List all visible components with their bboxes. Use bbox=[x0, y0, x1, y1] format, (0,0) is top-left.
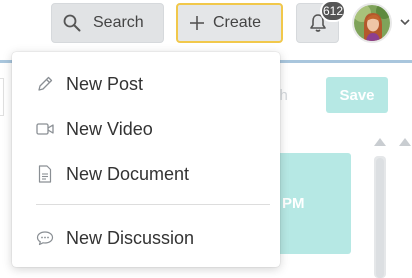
plus-icon bbox=[190, 16, 204, 30]
menu-item-new-video[interactable]: New Video bbox=[12, 109, 280, 149]
avatar-image bbox=[354, 5, 390, 41]
menu-item-label: New Video bbox=[66, 118, 153, 139]
save-button[interactable]: Save bbox=[326, 77, 388, 113]
menu-item-label: New Discussion bbox=[66, 227, 195, 248]
video-camera-icon bbox=[36, 120, 54, 138]
create-menu: New Post New Video New Document New Disc… bbox=[12, 52, 280, 267]
toolbar-edge bbox=[0, 78, 4, 116]
scroll-up-arrow-icon[interactable] bbox=[373, 137, 387, 147]
create-button-label: Create bbox=[213, 14, 262, 31]
create-button[interactable]: Create bbox=[176, 3, 283, 43]
menu-item-new-discussion[interactable]: New Discussion bbox=[12, 218, 280, 258]
speech-bubble-icon bbox=[36, 229, 54, 247]
menu-item-label: New Document bbox=[66, 163, 190, 184]
user-avatar[interactable] bbox=[352, 3, 392, 43]
event-card-time: PM bbox=[282, 195, 305, 212]
search-button[interactable]: Search bbox=[51, 3, 164, 43]
menu-item-new-post[interactable]: New Post bbox=[12, 64, 280, 104]
menu-item-new-document[interactable]: New Document bbox=[12, 154, 280, 194]
chevron-down-icon[interactable] bbox=[398, 15, 412, 29]
pencil-icon bbox=[36, 75, 54, 93]
search-button-label: Search bbox=[93, 14, 144, 31]
save-button-label: Save bbox=[339, 86, 375, 104]
document-icon bbox=[36, 165, 54, 183]
notification-count-badge: 612 bbox=[320, 0, 346, 22]
event-card[interactable]: PM bbox=[268, 153, 351, 254]
scrollbar-thumb[interactable] bbox=[376, 158, 384, 278]
menu-item-label: New Post bbox=[66, 73, 144, 94]
scroll-up-arrow-icon[interactable] bbox=[398, 137, 412, 147]
search-icon bbox=[63, 14, 81, 32]
menu-divider bbox=[36, 204, 270, 205]
